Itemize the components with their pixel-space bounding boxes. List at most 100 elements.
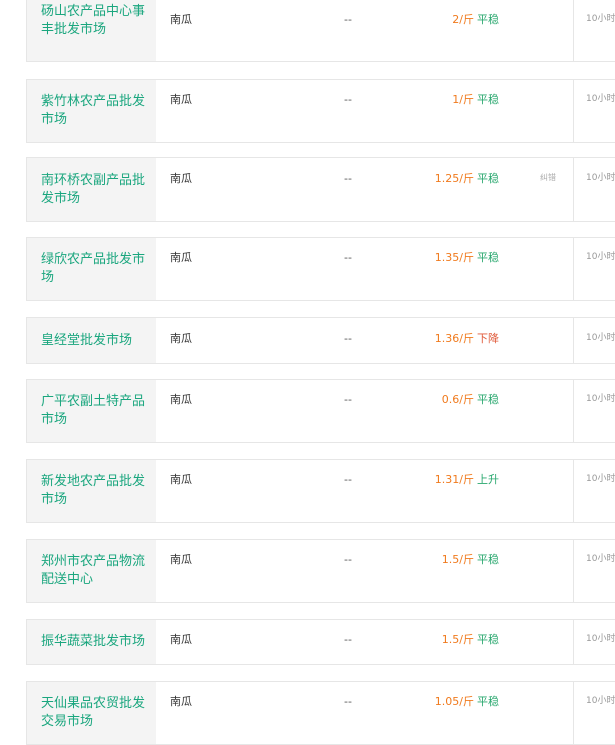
market-name[interactable]: 振华蔬菜批发市场 — [41, 633, 145, 651]
row-side-panel — [573, 380, 615, 442]
trend-label: 平稳 — [477, 172, 499, 185]
price-cell: 1.5/斤 平稳 — [442, 633, 499, 647]
price-value: 1.25/斤 — [434, 172, 474, 185]
price-cell: 2/斤 平稳 — [452, 13, 499, 27]
market-link[interactable]: 天仙果品农贸批发交易市场 — [27, 682, 156, 744]
product-name: 南瓜 — [170, 633, 192, 646]
list-item: 郑州市农产品物流配送中心 南瓜 -- 1.5/斤平稳 10小时前 — [26, 539, 615, 603]
list-item: 天仙果品农贸批发交易市场 南瓜 -- 1.05/斤平稳 10小时前 — [26, 681, 615, 745]
list-item: 振华蔬菜批发市场 南瓜 -- 1.5/斤平稳 10小时前 — [26, 619, 615, 665]
price-list: 砀山农产品中心事丰批发市场南瓜--2/斤平稳10小时前紫竹林农产品批发市场南瓜-… — [0, 0, 615, 745]
update-time: 10小时前 — [586, 252, 615, 262]
market-link[interactable]: 紫竹林农产品批发市场 — [27, 80, 156, 142]
update-time: 10小时前 — [586, 696, 615, 706]
product-name: 南瓜 — [170, 393, 192, 406]
spec-value: -- — [344, 695, 352, 708]
price-cell: 1.5/斤 平稳 — [442, 553, 499, 567]
trend-label: 平稳 — [477, 251, 499, 264]
update-time: 10小时前 — [586, 554, 615, 564]
list-item: 南环桥农副产品批发市场 南瓜 -- 1.25/斤平稳 纠错 10小时前 — [26, 157, 615, 222]
trend-label: 平稳 — [477, 695, 499, 708]
price-cell: 0.6/斤 平稳 — [442, 393, 499, 407]
product-name: 南瓜 — [170, 13, 192, 26]
price-cell: 1.05/斤 平稳 — [435, 695, 499, 709]
row-side-panel — [573, 158, 615, 221]
spec-value: -- — [344, 251, 352, 264]
price-cell: 1.25/斤 平稳 — [435, 172, 499, 186]
trend-label: 上升 — [477, 473, 499, 486]
product-name: 南瓜 — [170, 332, 192, 345]
update-time: 10小时前 — [586, 634, 615, 644]
market-name[interactable]: 新发地农产品批发市场 — [41, 473, 148, 509]
market-name[interactable]: 绿欣农产品批发市场 — [41, 251, 148, 287]
trend-label: 平稳 — [477, 553, 499, 566]
spec-value: -- — [344, 93, 352, 106]
spec-value: -- — [344, 332, 352, 345]
spec-value: -- — [344, 13, 352, 26]
update-time: 10小时前 — [586, 333, 615, 343]
market-link[interactable]: 皇经堂批发市场 — [27, 318, 156, 363]
row-side-panel — [573, 238, 615, 300]
market-link[interactable]: 新发地农产品批发市场 — [27, 460, 156, 522]
row-side-panel — [573, 682, 615, 744]
market-name[interactable]: 广平农副土特产品市场 — [41, 393, 148, 429]
market-link[interactable]: 砀山农产品中心事丰批发市场 — [27, 0, 156, 61]
market-name[interactable]: 紫竹林农产品批发市场 — [41, 93, 148, 129]
product-name: 南瓜 — [170, 695, 192, 708]
price-cell: 1.31/斤 上升 — [435, 473, 499, 487]
trend-label: 下降 — [477, 332, 499, 345]
product-name: 南瓜 — [170, 172, 192, 185]
spec-value: -- — [344, 172, 352, 185]
price-value: 2/斤 — [452, 13, 474, 26]
product-name: 南瓜 — [170, 251, 192, 264]
list-item: 广平农副土特产品市场 南瓜 -- 0.6/斤平稳 10小时前 — [26, 379, 615, 443]
update-time: 10小时前 — [586, 173, 615, 183]
report-error-link[interactable]: 纠错 — [540, 172, 556, 184]
market-link[interactable]: 南环桥农副产品批发市场 — [27, 158, 156, 221]
spec-value: -- — [344, 473, 352, 486]
price-value: 1.5/斤 — [441, 553, 474, 566]
market-name[interactable]: 砀山农产品中心事丰批发市场 — [41, 3, 148, 39]
price-value: 1.35/斤 — [434, 251, 474, 264]
price-cell: 1.36/斤 下降 — [435, 332, 499, 346]
list-item: 新发地农产品批发市场 南瓜 -- 1.31/斤上升 10小时前 — [26, 459, 615, 523]
price-value: 1.31/斤 — [434, 473, 474, 486]
trend-label: 平稳 — [477, 93, 499, 106]
spec-value: -- — [344, 633, 352, 646]
market-link[interactable]: 郑州市农产品物流配送中心 — [27, 540, 156, 602]
list-item: 皇经堂批发市场 南瓜 -- 1.36/斤下降 10小时前 — [26, 317, 615, 364]
trend-label: 平稳 — [477, 633, 499, 646]
market-link[interactable]: 广平农副土特产品市场 — [27, 380, 156, 442]
market-name[interactable]: 皇经堂批发市场 — [41, 332, 132, 350]
market-name[interactable]: 南环桥农副产品批发市场 — [41, 172, 148, 208]
spec-value: -- — [344, 393, 352, 406]
update-time: 10小时前 — [586, 394, 615, 404]
price-cell: 1.35/斤 平稳 — [435, 251, 499, 265]
row-side-panel — [573, 0, 615, 61]
update-time: 10小时前 — [586, 14, 615, 24]
product-name: 南瓜 — [170, 553, 192, 566]
price-cell: 1/斤 平稳 — [452, 93, 499, 107]
product-name: 南瓜 — [170, 473, 192, 486]
row-side-panel — [573, 460, 615, 522]
price-value: 1/斤 — [452, 93, 474, 106]
spec-value: -- — [344, 553, 352, 566]
price-value: 0.6/斤 — [441, 393, 474, 406]
trend-label: 平稳 — [477, 13, 499, 26]
product-name: 南瓜 — [170, 93, 192, 106]
market-name[interactable]: 天仙果品农贸批发交易市场 — [41, 695, 148, 731]
list-item: 绿欣农产品批发市场 南瓜 -- 1.35/斤平稳 10小时前 — [26, 237, 615, 301]
price-value: 1.5/斤 — [441, 633, 474, 646]
list-item: 紫竹林农产品批发市场 南瓜 -- 1/斤平稳 10小时前 — [26, 79, 615, 143]
update-time: 10小时前 — [586, 94, 615, 104]
row-side-panel — [573, 540, 615, 602]
market-link[interactable]: 振华蔬菜批发市场 — [27, 620, 156, 664]
trend-label: 平稳 — [477, 393, 499, 406]
price-value: 1.36/斤 — [434, 332, 474, 345]
update-time: 10小时前 — [586, 474, 615, 484]
price-value: 1.05/斤 — [434, 695, 474, 708]
market-name[interactable]: 郑州市农产品物流配送中心 — [41, 553, 148, 589]
market-link[interactable]: 绿欣农产品批发市场 — [27, 238, 156, 300]
row-side-panel — [573, 80, 615, 142]
list-item: 砀山农产品中心事丰批发市场 南瓜 -- 2/斤平稳 10小时前 — [26, 0, 615, 62]
